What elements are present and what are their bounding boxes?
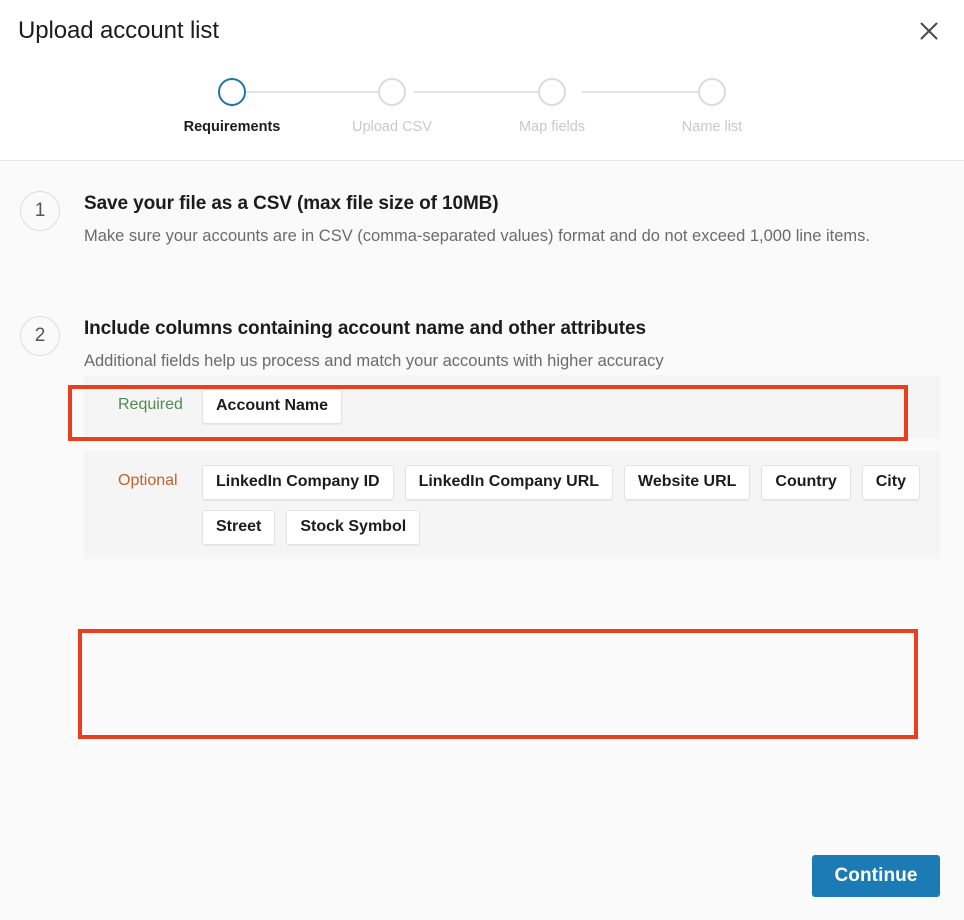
attribute-chip[interactable]: LinkedIn Company ID [202, 465, 394, 500]
requirement-2-title: Include columns containing account name … [84, 316, 940, 342]
step-circle-icon [538, 78, 566, 106]
step-label: Map fields [519, 118, 585, 136]
step-label: Name list [682, 118, 742, 136]
step-upload-csv[interactable]: Upload CSV [312, 78, 472, 136]
attribute-chip[interactable]: Stock Symbol [286, 510, 420, 545]
required-attributes-panel: Required Account Name [84, 375, 940, 438]
page-title: Upload account list [18, 16, 219, 46]
close-button[interactable] [908, 10, 950, 52]
step-map-fields[interactable]: Map fields [472, 78, 632, 136]
attribute-chip[interactable]: City [862, 465, 920, 500]
required-label: Required [84, 389, 202, 421]
modal-header: Upload account list Requirements Uplo [0, 0, 964, 161]
modal-body: 1 Save your file as a CSV (max file size… [0, 161, 964, 920]
required-chip-list: Account Name [202, 389, 940, 424]
upload-account-list-modal: Upload account list Requirements Uplo [0, 0, 964, 920]
optional-attributes-panel: Optional LinkedIn Company ID LinkedIn Co… [84, 451, 940, 559]
step-circle-icon [698, 78, 726, 106]
requirement-2-number: 2 [20, 316, 60, 356]
annotation-box-optional-attributes [78, 629, 918, 739]
optional-chip-list: LinkedIn Company ID LinkedIn Company URL… [202, 465, 940, 545]
step-label: Requirements [184, 118, 281, 136]
step-label: Upload CSV [352, 118, 432, 136]
attribute-chip[interactable]: Country [761, 465, 850, 500]
continue-button[interactable]: Continue [812, 855, 940, 897]
attribute-chip[interactable]: Street [202, 510, 275, 545]
requirement-1-title: Save your file as a CSV (max file size o… [84, 191, 940, 217]
step-circle-icon [218, 78, 246, 106]
modal-footer: Continue [0, 824, 964, 920]
requirement-2-description: Additional fields help us process and ma… [84, 348, 899, 375]
requirement-1-description: Make sure your accounts are in CSV (comm… [84, 223, 899, 250]
step-name-list[interactable]: Name list [632, 78, 792, 136]
attribute-chip[interactable]: Website URL [624, 465, 750, 500]
step-circle-icon [378, 78, 406, 106]
optional-label: Optional [84, 465, 202, 497]
progress-stepper: Requirements Upload CSV Map fields Name … [152, 78, 792, 148]
close-icon [917, 19, 941, 43]
step-requirements[interactable]: Requirements [152, 78, 312, 136]
attribute-chip[interactable]: Account Name [202, 389, 342, 424]
attribute-chip[interactable]: LinkedIn Company URL [405, 465, 613, 500]
requirement-1-number: 1 [20, 191, 60, 231]
